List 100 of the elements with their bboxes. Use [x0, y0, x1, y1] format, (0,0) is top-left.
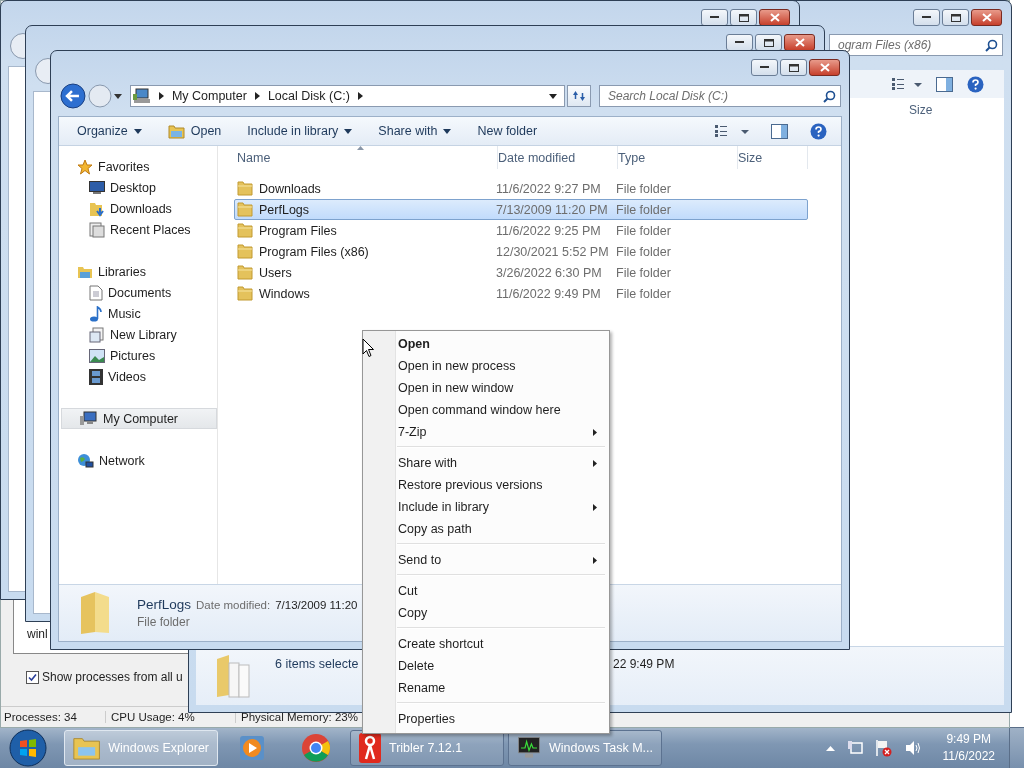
- column-header[interactable]: Size: [738, 146, 808, 169]
- maximize-button[interactable]: [780, 59, 807, 76]
- minimize-icon: [735, 41, 744, 44]
- nav-item[interactable]: Favorites: [59, 156, 217, 177]
- help-icon[interactable]: [810, 122, 827, 140]
- back-button[interactable]: [60, 83, 86, 109]
- nav-item[interactable]: Desktop: [59, 177, 217, 198]
- file-name: PerfLogs: [259, 202, 310, 217]
- file-type: File folder: [616, 244, 672, 259]
- menu-item[interactable]: Share with: [365, 452, 607, 474]
- menu-item[interactable]: Restore previous versions: [365, 474, 607, 496]
- toolbar-button[interactable]: New folder: [468, 121, 547, 141]
- column-header[interactable]: Size: [909, 103, 933, 117]
- column-header[interactable]: Name: [237, 146, 498, 169]
- menu-item[interactable]: Include in library: [365, 496, 607, 518]
- file-name: Users: [259, 265, 292, 280]
- check-icon: [28, 672, 37, 682]
- download-folder-icon: [89, 200, 105, 217]
- checkbox[interactable]: [26, 670, 39, 684]
- nav-item[interactable]: Network: [59, 450, 217, 471]
- file-row[interactable]: Program Files (x86) 12/30/2021 5:52 PM File folder: [234, 241, 808, 262]
- preview-pane-icon[interactable]: [771, 123, 788, 139]
- caret-icon[interactable]: [113, 93, 122, 99]
- start-button[interactable]: [8, 728, 48, 768]
- caret-icon: [443, 128, 452, 134]
- close-icon: [769, 13, 780, 22]
- file-type: File folder: [616, 265, 672, 280]
- folder-icon: [237, 223, 253, 238]
- close-icon: [819, 63, 830, 72]
- column-header[interactable]: Date modified: [498, 146, 618, 169]
- checkbox-label: Show processes from all u: [42, 670, 183, 684]
- nav-item[interactable]: My Computer: [61, 408, 217, 429]
- submenu-arrow-icon: [593, 459, 597, 467]
- minimize-button[interactable]: [751, 59, 778, 76]
- maximize-button[interactable]: [942, 9, 969, 26]
- refresh-button[interactable]: [567, 85, 591, 107]
- file-row[interactable]: Program Files 11/6/2022 9:25 PM File folder: [234, 220, 808, 241]
- nav-item[interactable]: Pictures: [59, 345, 217, 366]
- monitor-icon: [89, 180, 105, 195]
- file-row[interactable]: PerfLogs 7/13/2009 11:20 PM File folder: [234, 199, 808, 220]
- library-icon: [89, 326, 105, 343]
- menu-item[interactable]: Open in new window: [365, 377, 607, 399]
- menu-item[interactable]: 7-Zip: [365, 421, 607, 443]
- file-row[interactable]: Downloads 11/6/2022 9:27 PM File folder: [234, 178, 808, 199]
- library-icon: [77, 264, 93, 279]
- nav-item[interactable]: Downloads: [59, 198, 217, 219]
- menu-item[interactable]: Send to: [365, 549, 607, 571]
- address-bar[interactable]: My Computer Local Disk (C:): [129, 85, 566, 107]
- chevron-icon[interactable]: [254, 92, 260, 100]
- breadcrumb-item[interactable]: My Computer: [171, 89, 247, 103]
- menu-item[interactable]: Delete: [365, 655, 607, 677]
- close-button[interactable]: [971, 9, 1002, 26]
- clock-time: 9:49 PM: [946, 731, 992, 748]
- menu-item[interactable]: Rename: [365, 677, 607, 699]
- star-icon: [77, 158, 93, 175]
- nav-item[interactable]: Libraries: [59, 261, 217, 282]
- close-button[interactable]: [809, 59, 840, 76]
- up-arrow-icon[interactable]: [825, 745, 835, 751]
- preview-pane-icon[interactable]: [936, 76, 953, 92]
- toolbar-button[interactable]: Organize: [68, 121, 151, 141]
- nav-item[interactable]: Videos: [59, 366, 217, 387]
- cursor-icon: [362, 338, 375, 358]
- clock-date: 11/6/2022: [942, 748, 995, 765]
- chevron-icon[interactable]: [158, 92, 164, 100]
- minimize-icon: [710, 16, 719, 19]
- view-icon[interactable]: [715, 125, 749, 137]
- menu-item[interactable]: Properties: [365, 708, 607, 730]
- search-field[interactable]: Search Local Disk (C:): [599, 85, 841, 107]
- breadcrumb-item[interactable]: Local Disk (C:): [267, 89, 350, 103]
- chevron-icon[interactable]: [357, 92, 363, 100]
- document-stack-icon: [89, 221, 105, 238]
- search-field[interactable]: ogram Files (x86): [829, 34, 1003, 56]
- refresh-icon: [572, 90, 586, 102]
- speaker-icon[interactable]: [904, 740, 923, 756]
- maximize-icon: [763, 38, 774, 47]
- file-row[interactable]: Windows 11/6/2022 9:49 PM File folder: [234, 283, 808, 304]
- network-icon[interactable]: [846, 740, 863, 756]
- menu-item[interactable]: Open command window here: [365, 399, 607, 421]
- file-row[interactable]: Users 3/26/2022 6:30 PM File folder: [234, 262, 808, 283]
- help-icon[interactable]: [967, 75, 984, 93]
- menu-item[interactable]: Create shortcut: [365, 633, 607, 655]
- maximize-icon: [950, 13, 961, 22]
- menu-item[interactable]: Cut: [365, 580, 607, 602]
- file-name: Windows: [259, 286, 310, 301]
- nav-item[interactable]: Recent Places: [59, 219, 217, 240]
- toolbar-button[interactable]: Open: [158, 120, 231, 142]
- minimize-button[interactable]: [913, 9, 940, 26]
- file-type: File folder: [616, 223, 672, 238]
- nav-item[interactable]: Documents: [59, 282, 217, 303]
- toolbar-button[interactable]: Share with: [369, 121, 461, 141]
- column-header[interactable]: Type: [618, 146, 738, 169]
- menu-item[interactable]: Copy: [365, 602, 607, 624]
- maximize-icon: [738, 13, 749, 22]
- menu-item[interactable]: Copy as path: [365, 518, 607, 540]
- flag-icon[interactable]: [874, 739, 893, 757]
- toolbar-button[interactable]: Include in library: [238, 121, 362, 141]
- view-icon[interactable]: [892, 78, 922, 90]
- nav-item[interactable]: Music: [59, 303, 217, 324]
- nav-item[interactable]: New Library: [59, 324, 217, 345]
- menu-item[interactable]: Open in new process: [365, 355, 607, 377]
